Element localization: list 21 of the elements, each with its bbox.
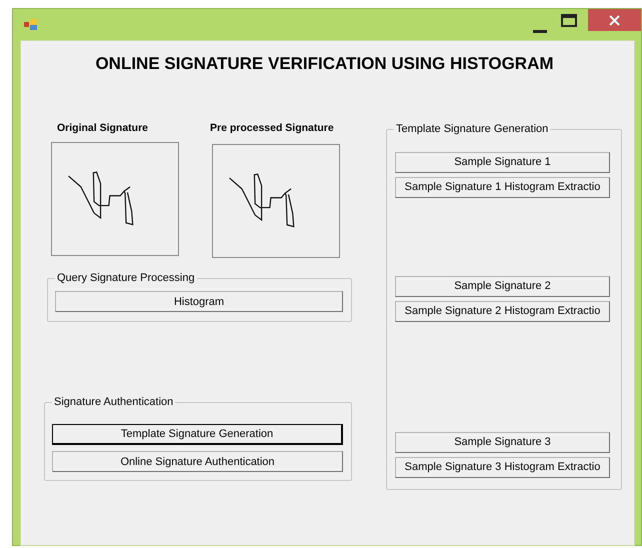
button[interactable]: Sample Signature 1 Histogram Extractio (395, 176, 610, 198)
group-title: Query Signature Processing (55, 271, 197, 286)
button[interactable]: Sample Signature 1 (395, 152, 610, 172)
maximize-icon[interactable] (561, 14, 577, 27)
button[interactable]: Sample Signature 3 (395, 432, 610, 452)
button[interactable]: Online Signature Authentication (52, 451, 343, 472)
image-label: Pre processed Signature (210, 120, 335, 136)
button[interactable]: Sample Signature 3 Histogram Extractio (395, 456, 610, 478)
group-title: Template Signature Generation (394, 122, 550, 136)
heading: ONLINE SIGNATURE VERIFICATION USING HISTOGRAM (94, 53, 555, 75)
close-icon (609, 14, 620, 26)
button[interactable]: Sample Signature 2 (395, 276, 610, 296)
button[interactable]: Template Signature Generation (52, 424, 343, 446)
button[interactable]: Sample Signature 2 Histogram Extractio (395, 300, 610, 322)
button[interactable]: Histogram (55, 291, 343, 312)
close-button[interactable] (588, 9, 641, 31)
signature-drawing (228, 174, 294, 228)
group-title: Signature Authentication (52, 395, 176, 410)
app-icon (24, 19, 38, 30)
image-label: Original Signature (57, 120, 150, 136)
signature-drawing (68, 172, 134, 226)
